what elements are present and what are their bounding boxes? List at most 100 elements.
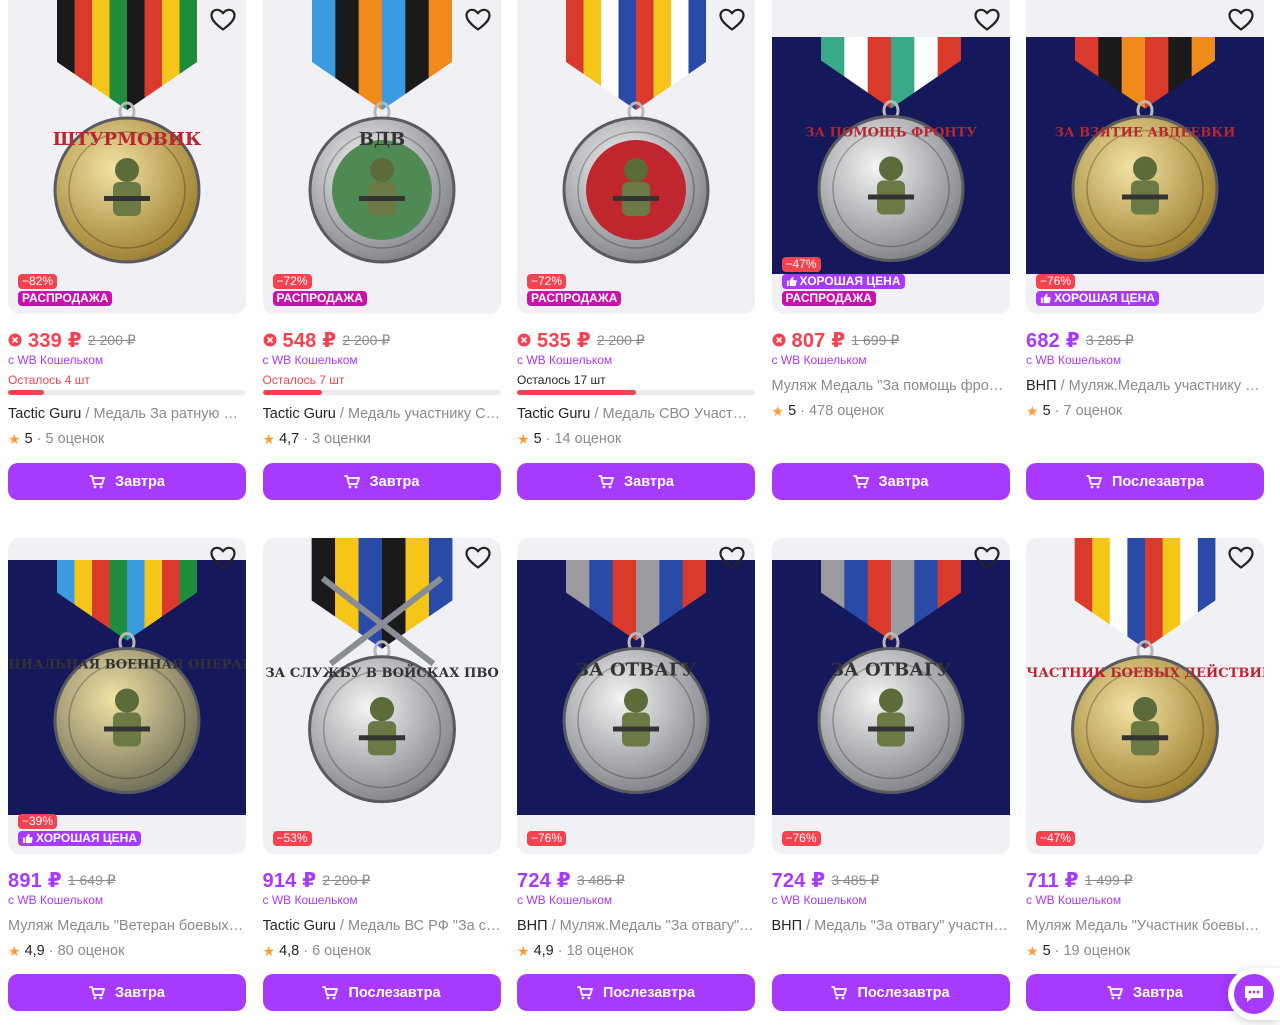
add-to-cart-button[interactable]: Завтра: [262, 463, 501, 500]
favorite-heart-icon[interactable]: [1228, 546, 1254, 570]
product-image[interactable]: СПЕЦИАЛЬНАЯ ВОЕННАЯ ОПЕРАЦИЯ −39% ХОРОШАЯ …: [8, 538, 246, 854]
rating-dot: ·: [303, 431, 309, 447]
brand-separator: /: [81, 406, 94, 422]
product-image[interactable]: ЗА ОТВАГУ −76%: [517, 538, 755, 854]
brand-name: ВНП: [1026, 378, 1057, 394]
favorite-heart-icon[interactable]: [464, 8, 491, 32]
product-title[interactable]: ВНП / Медаль "За отвагу" участнику СВО: [772, 917, 1010, 935]
price-row: 891 ₽ 1 649 ₽: [8, 869, 246, 892]
star-icon: ★: [8, 431, 21, 447]
sale-badge: РАСПРОДАЖА: [781, 291, 876, 306]
cart-icon: [598, 474, 614, 489]
product-photo: ШТУРМОВИК: [8, 0, 246, 314]
favorite-heart-icon[interactable]: [973, 546, 1000, 570]
wallet-label: с WB Кошельком: [1026, 893, 1122, 907]
product-card[interactable]: ВДВ −72% РАСПРОДАЖА 548 ₽ 2 200 ₽ с WB Кошель…: [262, 0, 501, 520]
chat-button[interactable]: [1228, 968, 1280, 1020]
review-count: 80 оценок: [57, 943, 125, 959]
product-image[interactable]: ВДВ −72% РАСПРОДАЖА: [262, 0, 501, 314]
add-to-cart-button[interactable]: Послезавтра: [517, 974, 755, 1011]
product-card[interactable]: УЧАСТНИК БОЕВЫХ ДЕЙСТВИЙ −47% 711 ₽ 1 499 ₽…: [1026, 520, 1264, 1025]
medal-illustration: ЗА ОТВАГУ: [517, 538, 755, 845]
product-card[interactable]: −72% РАСПРОДАЖА 535 ₽ 2 200 ₽ с WB Кошельком…: [517, 0, 755, 520]
product-card[interactable]: ЗА ВЗЯТИЕ АВДЕЕВКИ −76% ХОРОШАЯ ЦЕНА 682 ₽ 3…: [1026, 0, 1264, 520]
discount-badge: −53%: [272, 831, 312, 846]
old-price: 2 200 ₽: [322, 871, 371, 888]
badges: −76%: [527, 831, 567, 846]
price-row: 724 ₽ 3 485 ₽: [772, 869, 1010, 892]
price-row: 548 ₽ 2 200 ₽: [263, 329, 501, 352]
add-to-cart-button[interactable]: Завтра: [517, 463, 755, 500]
add-to-cart-button[interactable]: Завтра: [771, 463, 1010, 500]
favorite-heart-icon[interactable]: [1228, 8, 1254, 32]
star-icon: ★: [262, 431, 276, 447]
star-icon: ★: [771, 403, 785, 419]
delivery-label: Завтра: [878, 473, 929, 490]
product-title[interactable]: Tactic Guru / Медаль За ратную доблесть: [8, 405, 246, 423]
discount-badge: −47%: [781, 257, 821, 272]
favorite-heart-icon[interactable]: [719, 546, 745, 570]
product-image[interactable]: −72% РАСПРОДАЖА: [517, 0, 755, 314]
product-title[interactable]: Tactic Guru / Медаль ВС РФ "За службу в …: [263, 917, 501, 935]
favorite-heart-icon[interactable]: [973, 8, 1000, 32]
rating-value: 4,7: [279, 431, 300, 447]
price: 682 ₽: [1026, 329, 1080, 352]
product-title[interactable]: Муляж Медаль "За помощь фронту": [772, 377, 1010, 395]
product-card[interactable]: СПЕЦИАЛЬНАЯ ВОЕННАЯ ОПЕРАЦИЯ −39% ХОРОШАЯ …: [8, 520, 246, 1025]
product-image[interactable]: УЧАСТНИК БОЕВЫХ ДЕЙСТВИЙ −47%: [1026, 538, 1264, 854]
wallet-label: с WB Кошельком: [517, 353, 613, 367]
add-to-cart-button[interactable]: Послезавтра: [771, 974, 1010, 1011]
product-image[interactable]: ШТУРМОВИК −82% РАСПРОДАЖА: [8, 0, 246, 314]
favorite-heart-icon[interactable]: [719, 8, 745, 32]
product-image[interactable]: ЗА ВЗЯТИЕ АВДЕЕВКИ −76% ХОРОШАЯ ЦЕНА: [1026, 0, 1264, 314]
medal-illustration: ШТУРМОВИК: [8, 0, 246, 314]
wb-wallet-icon: [772, 333, 786, 347]
wb-wallet-icon: [8, 333, 22, 347]
product-card[interactable]: ШТУРМОВИК −82% РАСПРОДАЖА 339 ₽ 2 200 ₽ с WB …: [8, 0, 246, 520]
favorite-heart-icon[interactable]: [210, 546, 236, 570]
product-title[interactable]: Муляж Медаль "Ветеран боевых действий": [8, 917, 246, 935]
cart-icon: [89, 985, 105, 1000]
product-title[interactable]: ВНП / Муляж.Медаль "За отвагу" участнику…: [517, 917, 755, 935]
product-card[interactable]: ЗА ПОМОЩЬ ФРОНТУ −47% ХОРОШАЯ ЦЕНА РАСПРОДА…: [771, 0, 1010, 520]
star-icon: ★: [262, 943, 276, 959]
product-name: Муляж.Медаль "За отвагу" участнику СВО: [559, 918, 755, 934]
product-image[interactable]: ЗА ОТВАГУ −76%: [771, 538, 1010, 854]
rating-dot: ·: [303, 943, 309, 959]
medal-inscription: ШТУРМОВИК: [53, 129, 202, 150]
product-card[interactable]: ЗА СЛУЖБУ В ВОЙСКАХ ПВО −53% 914 ₽ 2 200 ₽ с…: [262, 520, 501, 1025]
old-price: 1 699 ₽: [851, 331, 900, 348]
product-card[interactable]: ЗА ОТВАГУ −76% 724 ₽ 3 485 ₽ с WB Кошельком В…: [517, 520, 755, 1025]
stock-bar: [517, 390, 755, 395]
product-name: Муляж Медаль "За помощь фронту": [771, 378, 1010, 394]
product-card[interactable]: ЗА ОТВАГУ −76% 724 ₽ 3 485 ₽ с WB Кошельком В…: [771, 520, 1010, 1025]
product-image[interactable]: ЗА СЛУЖБУ В ВОЙСКАХ ПВО −53%: [262, 538, 501, 854]
stock-bar-fill: [262, 390, 322, 395]
product-title[interactable]: Муляж Медаль "Участник боевых действий": [1026, 917, 1264, 935]
add-to-cart-button[interactable]: Послезавтра: [262, 974, 501, 1011]
add-to-cart-button[interactable]: Послезавтра: [1026, 463, 1264, 500]
product-name: Муляж Медаль "Ветеран боевых действий": [8, 918, 246, 934]
price: 711 ₽: [1026, 869, 1079, 892]
discount-badge: −39%: [18, 814, 58, 829]
product-title[interactable]: Tactic Guru / Медаль СВО Участник боевых…: [517, 405, 755, 423]
favorite-heart-icon[interactable]: [464, 546, 491, 570]
rating-dot: ·: [48, 943, 54, 959]
price-row: 724 ₽ 3 485 ₽: [517, 869, 755, 892]
review-count: 7 оценок: [1063, 403, 1123, 419]
stock-bar: [8, 390, 246, 395]
badges: −47% ХОРОШАЯ ЦЕНА РАСПРОДАЖА: [781, 257, 905, 306]
rating-value: 5: [1042, 403, 1051, 419]
delivery-label: Послезавтра: [602, 984, 696, 1001]
add-to-cart-button[interactable]: Завтра: [8, 463, 246, 500]
good-price-label: ХОРОШАЯ ЦЕНА: [36, 831, 137, 845]
product-title[interactable]: ВНП / Муляж.Медаль участнику штурма: [1026, 377, 1264, 395]
old-price: 2 200 ₽: [342, 331, 391, 348]
favorite-heart-icon[interactable]: [210, 8, 236, 32]
product-title[interactable]: Tactic Guru / Медаль участнику СВО ВДВ: [263, 405, 501, 423]
product-image[interactable]: ЗА ПОМОЩЬ ФРОНТУ −47% ХОРОШАЯ ЦЕНА РАСПРОДА…: [771, 0, 1010, 314]
add-to-cart-button[interactable]: Завтра: [8, 974, 246, 1011]
review-count: 14 оценок: [554, 431, 622, 447]
rating: ★ 4,9 · 18 оценок: [517, 942, 755, 960]
brand-name: ВНП: [517, 918, 548, 934]
